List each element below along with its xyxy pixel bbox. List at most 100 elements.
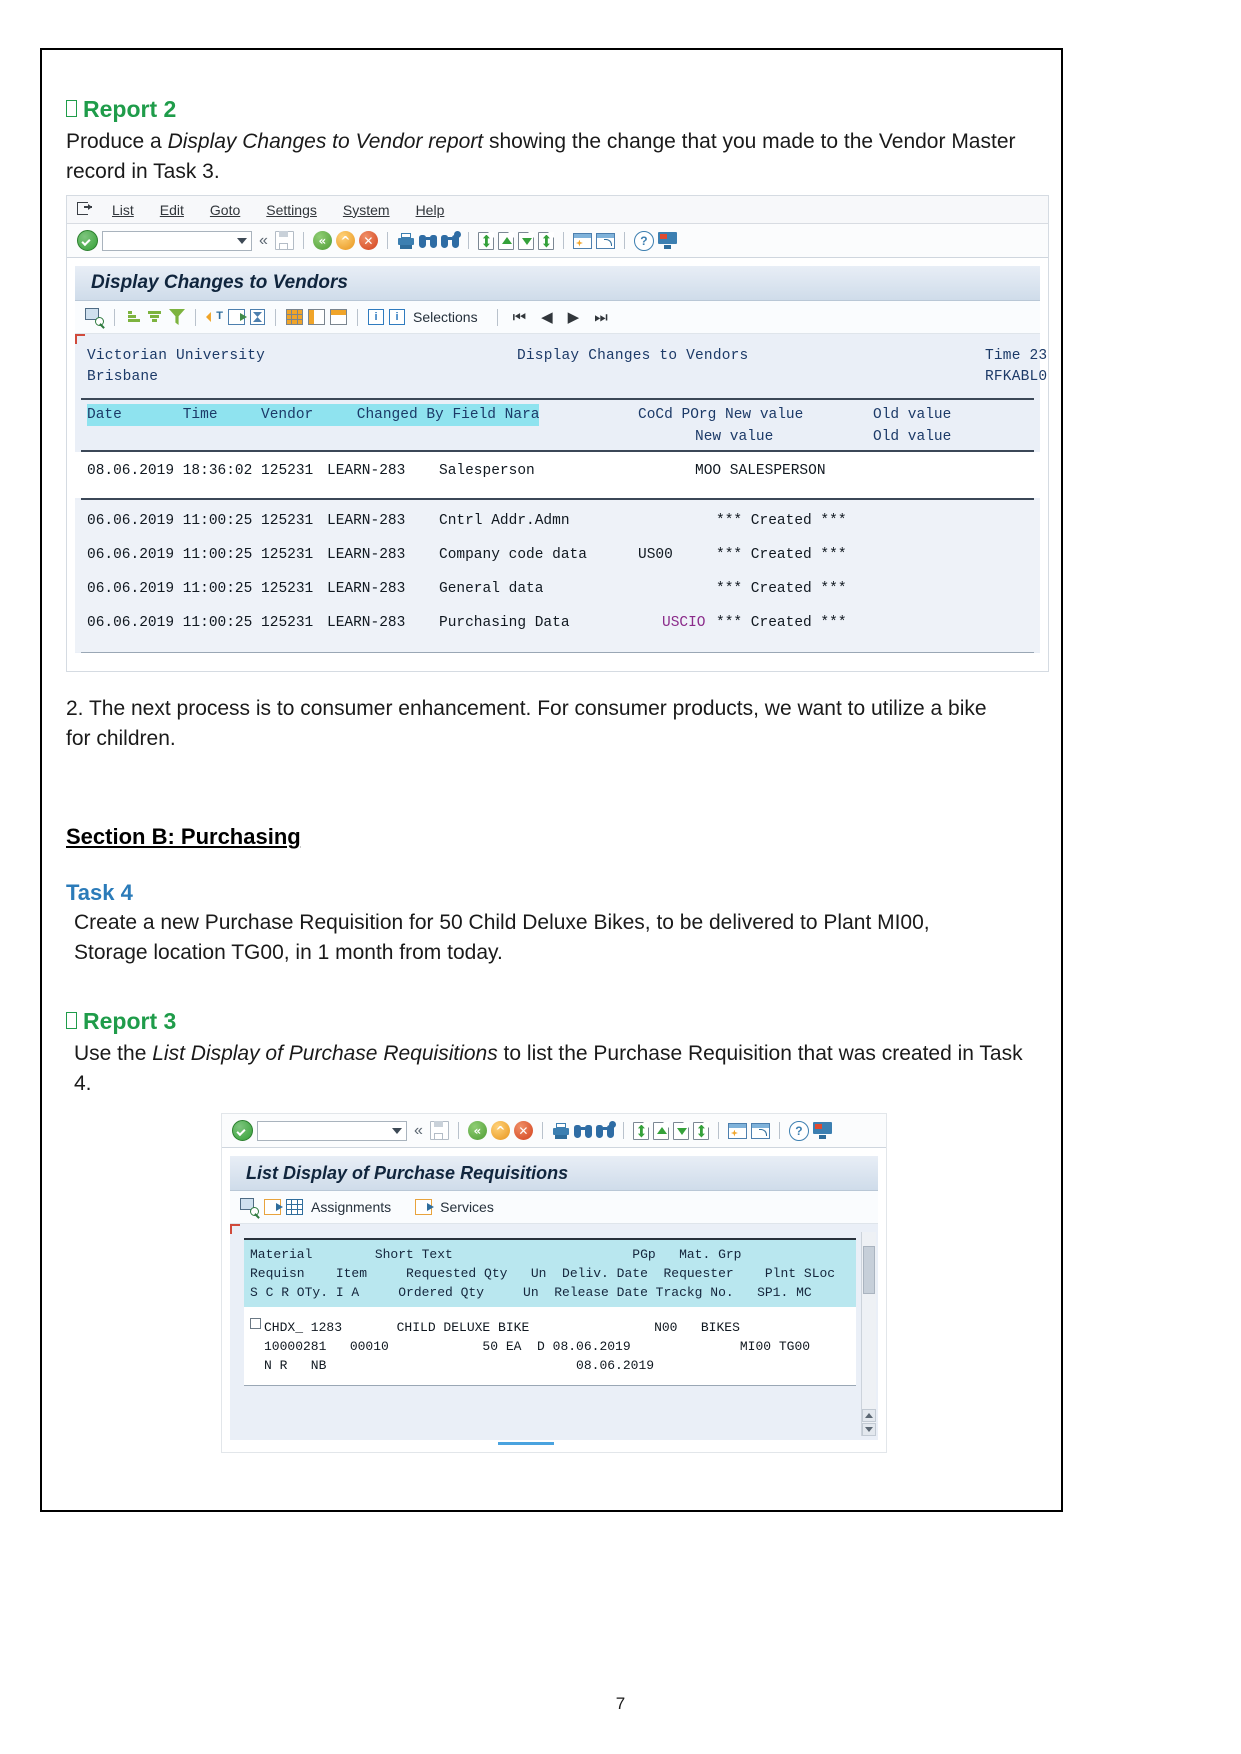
- next-record-icon[interactable]: ▶: [563, 308, 585, 326]
- last-record-icon[interactable]: ⏭: [589, 309, 613, 326]
- find-next-icon[interactable]: [595, 1120, 616, 1139]
- menu-goto[interactable]: Goto: [197, 202, 253, 218]
- exit-icon[interactable]: [77, 202, 93, 217]
- sap1-column-headers: Date Time Vendor Changed By Field Nara C…: [75, 400, 1040, 450]
- create-session-icon[interactable]: [727, 1122, 747, 1139]
- print-icon[interactable]: [552, 1122, 570, 1139]
- vertical-scrollbar[interactable]: [861, 1232, 876, 1436]
- services-button[interactable]: Services: [440, 1199, 494, 1215]
- assignments-button[interactable]: Assignments: [311, 1199, 391, 1215]
- services-icon[interactable]: [415, 1199, 435, 1215]
- help-icon[interactable]: ?: [788, 1120, 809, 1141]
- create-shortcut-icon[interactable]: [595, 232, 615, 249]
- selections-info-icon[interactable]: i: [389, 309, 405, 325]
- previous-record-icon[interactable]: ◀: [536, 308, 558, 326]
- table-row[interactable]: 06.06.2019 11:00:25 125231 LEARN-283 Com…: [87, 544, 1040, 578]
- row3-new-value: *** Created ***: [716, 581, 847, 597]
- cancel-icon[interactable]: ✕: [358, 231, 378, 250]
- table-row[interactable]: 06.06.2019 11:00:25 125231 LEARN-283 Cnt…: [87, 510, 1040, 544]
- collapse-chevron-icon[interactable]: «: [414, 1122, 423, 1140]
- first-page-icon[interactable]: [477, 231, 494, 250]
- export-icon[interactable]: [228, 309, 247, 325]
- menu-edit[interactable]: Edit: [147, 202, 197, 218]
- table-row[interactable]: 08.06.2019 18:36:02 125231 LEARN-283 Sal…: [87, 460, 1040, 484]
- exit-up-icon[interactable]: ^: [335, 231, 355, 250]
- create-shortcut-icon[interactable]: [750, 1122, 770, 1139]
- sort-ascending-icon[interactable]: [125, 309, 142, 325]
- row3-field-name: General data: [439, 581, 544, 597]
- find-next-icon[interactable]: [440, 230, 461, 249]
- enter-check-icon[interactable]: [232, 1120, 253, 1141]
- sap1-titlebar: Display Changes to Vendors: [75, 266, 1040, 301]
- table-row[interactable]: CHDX_ 1283 CHILD DELUXE BIKE N00 BIKES: [250, 1317, 856, 1337]
- back-icon[interactable]: «: [467, 1121, 487, 1140]
- next-page-icon[interactable]: [672, 1121, 689, 1140]
- customize-layout-icon[interactable]: [657, 232, 677, 249]
- menu-edit-label: Edit: [159, 201, 184, 218]
- previous-page-icon[interactable]: [497, 231, 514, 250]
- menu-help[interactable]: Help: [403, 202, 458, 218]
- table-row[interactable]: 06.06.2019 11:00:25 125231 LEARN-283 Pur…: [87, 612, 1040, 642]
- task4-body: Create a new Purchase Requisition for 50…: [74, 911, 930, 964]
- report2-heading-label: Report 2: [83, 96, 177, 122]
- scroll-down-button[interactable]: [862, 1423, 876, 1436]
- row4-cocd: USCIO: [662, 615, 706, 631]
- menu-help-label: Help: [415, 201, 445, 218]
- menu-system-label: System: [342, 201, 390, 218]
- sap2-row-line1: CHDX_ 1283 CHILD DELUXE BIKE N00 BIKES: [264, 1320, 740, 1335]
- sap1-report-list: Victorian University Display Changes to …: [75, 334, 1047, 671]
- toolbar-separator: [457, 1122, 459, 1139]
- enter-check-icon[interactable]: [77, 230, 98, 251]
- collapse-chevron-icon[interactable]: «: [259, 232, 268, 250]
- command-field[interactable]: [257, 1120, 407, 1141]
- col-header-mid-line1: CoCd POrg New value: [638, 407, 804, 423]
- sort-descending-icon[interactable]: [147, 309, 164, 325]
- table-row[interactable]: 06.06.2019 11:00:25 125231 LEARN-283 Gen…: [87, 578, 1040, 612]
- menu-list-label: List: [112, 201, 134, 218]
- assignments-icon[interactable]: [286, 1199, 303, 1215]
- filter-icon[interactable]: [169, 309, 185, 325]
- info-icon[interactable]: i: [368, 309, 384, 325]
- total-icon[interactable]: T: [206, 309, 223, 325]
- exit-up-icon[interactable]: ^: [490, 1121, 510, 1140]
- create-session-icon[interactable]: [572, 232, 592, 249]
- row-layout-icon[interactable]: [330, 309, 347, 325]
- display-details-icon[interactable]: [240, 1198, 260, 1219]
- cancel-icon[interactable]: ✕: [513, 1121, 533, 1140]
- scroll-up-button[interactable]: [862, 1409, 876, 1422]
- menu-list[interactable]: List: [99, 202, 147, 218]
- next-page-icon[interactable]: [517, 231, 534, 250]
- previous-page-icon[interactable]: [652, 1121, 669, 1140]
- save-icon[interactable]: [274, 231, 294, 250]
- selections-button[interactable]: Selections: [413, 309, 478, 325]
- last-page-icon[interactable]: [537, 231, 554, 250]
- last-page-icon[interactable]: [692, 1121, 709, 1140]
- layout-grid-icon[interactable]: [286, 309, 303, 325]
- personal-setting-icon[interactable]: [264, 1199, 283, 1215]
- back-icon[interactable]: «: [312, 231, 332, 250]
- horizontal-scrollbar-thumb[interactable]: [498, 1442, 554, 1445]
- row4-changed-by: LEARN-283: [327, 615, 406, 631]
- chevron-down-icon: [237, 237, 247, 244]
- print-icon[interactable]: [397, 232, 415, 249]
- row0-left: 08.06.2019 18:36:02 125231: [87, 463, 314, 479]
- first-page-icon[interactable]: [632, 1121, 649, 1140]
- scrollbar-thumb[interactable]: [863, 1246, 875, 1294]
- table-row-group-2: 06.06.2019 11:00:25 125231 LEARN-283 Cnt…: [75, 500, 1040, 652]
- display-details-icon[interactable]: [85, 308, 105, 329]
- report-right-line2: RFKABL0: [985, 369, 1048, 385]
- first-record-icon[interactable]: ⏮: [508, 309, 532, 326]
- find-icon[interactable]: [418, 233, 437, 249]
- menu-settings[interactable]: Settings: [253, 202, 330, 218]
- row-select-checkbox[interactable]: [250, 1318, 261, 1329]
- save-icon[interactable]: [429, 1121, 449, 1140]
- find-icon[interactable]: [573, 1123, 592, 1139]
- column-layout-icon[interactable]: [308, 309, 325, 325]
- customize-layout-icon[interactable]: [812, 1122, 832, 1139]
- menu-system[interactable]: System: [330, 202, 403, 218]
- report-org-line1: Victorian University: [87, 348, 266, 364]
- report-org-line2: Brisbane: [87, 369, 159, 385]
- subtotal-icon[interactable]: [250, 309, 265, 325]
- help-icon[interactable]: ?: [633, 230, 654, 251]
- command-field[interactable]: [102, 230, 252, 251]
